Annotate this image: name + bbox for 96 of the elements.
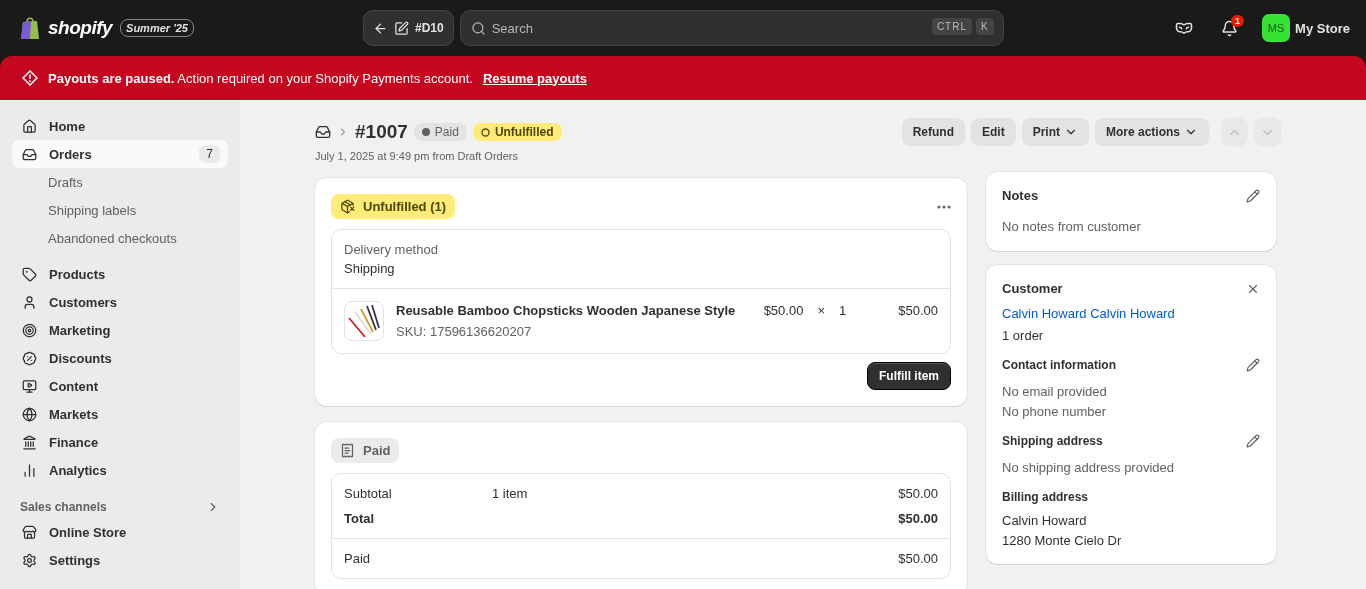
- line-total: $50.00: [898, 303, 938, 318]
- edit-button[interactable]: [1246, 434, 1260, 448]
- fulfillment-status: Unfulfilled (1): [331, 194, 456, 219]
- pencil-icon: [1246, 434, 1260, 448]
- more-options-button[interactable]: [937, 204, 951, 209]
- unit-price: $50.00: [763, 303, 804, 318]
- package-icon: [340, 199, 355, 214]
- edition-badge: Summer '25: [120, 19, 194, 37]
- store-menu-button[interactable]: MS My Store: [1262, 14, 1350, 42]
- inbox-icon: [315, 124, 331, 140]
- sales-channels-button[interactable]: Sales channels: [12, 496, 228, 518]
- section-title: Billing address: [1002, 490, 1089, 504]
- sidebar-item[interactable]: Discounts: [12, 344, 228, 372]
- target-icon: [22, 322, 37, 338]
- percent-badge-icon: [22, 350, 37, 366]
- status-dot-icon: [421, 128, 430, 136]
- notification-count: 1: [1231, 14, 1245, 27]
- delivery-label: Delivery method: [344, 242, 439, 257]
- receipt-icon: [340, 443, 355, 458]
- brand-name: shopify: [48, 17, 113, 39]
- status-badge: Unfulfilled: [472, 123, 562, 141]
- pencil-icon: [1246, 358, 1260, 372]
- payment-label: Total: [344, 511, 376, 526]
- person-icon: [22, 294, 37, 310]
- edit-button[interactable]: [1246, 188, 1260, 203]
- action-button[interactable]: Edit: [970, 118, 1016, 146]
- order-date: July 1, 2025 at 9:49 pm from Draft Orders: [315, 150, 519, 162]
- sidebar-item[interactable]: Markets: [12, 400, 228, 428]
- section-line: No shipping address provided: [1002, 460, 1175, 475]
- payment-label: Subtotal: [344, 486, 393, 501]
- order-number: #1007: [355, 121, 408, 143]
- sidebar-item[interactable]: Products: [12, 260, 228, 288]
- edit-button[interactable]: [1246, 358, 1260, 372]
- sidebar-subitem[interactable]: Shipping labels: [12, 196, 228, 224]
- sidebar-item[interactable]: Home: [12, 112, 228, 140]
- payment-amount: $50.00: [898, 486, 938, 501]
- action-button[interactable]: Refund: [901, 118, 965, 146]
- sidebar-item[interactable]: Settings: [12, 546, 228, 574]
- notifications-button[interactable]: 1: [1217, 15, 1243, 41]
- inbox-icon: [22, 146, 37, 162]
- bank-icon: [22, 434, 37, 450]
- status-badge: Paid: [413, 123, 467, 141]
- shortcut-key: K: [976, 18, 994, 35]
- home-icon: [22, 118, 37, 134]
- sidebar-item[interactable]: Online Store: [12, 518, 228, 546]
- pencil-icon: [1246, 188, 1260, 203]
- action-button[interactable]: More actions: [1095, 118, 1209, 146]
- status-ring-icon: [480, 127, 490, 137]
- section-line: 1280 Monte Cielo Dr: [1002, 533, 1123, 548]
- section-line: Calvin Howard: [1002, 513, 1088, 528]
- back-button[interactable]: #D10: [363, 10, 454, 46]
- card-title: Notes: [1002, 188, 1039, 203]
- ellipsis-icon: [937, 204, 951, 209]
- product-name: Reusable Bamboo Chopsticks Wooden Japanese Style: [396, 303, 737, 318]
- search-icon: [470, 21, 486, 36]
- shopping-bag-logo-icon: [20, 16, 40, 40]
- sidebar-item[interactable]: Customers: [12, 288, 228, 316]
- sidebar-item[interactable]: Marketing: [12, 316, 228, 344]
- quantity: 1: [839, 303, 847, 318]
- draft-edit-icon: [394, 20, 409, 36]
- sidebar-subitem[interactable]: Drafts: [12, 168, 228, 196]
- alert-diamond-icon: [22, 70, 38, 86]
- globe-icon: [22, 406, 37, 422]
- sidebar-item[interactable]: Orders 7: [12, 140, 228, 168]
- times-sign: ×: [817, 303, 825, 318]
- monitor-icon: [22, 378, 37, 394]
- tag-icon: [22, 266, 37, 282]
- payment-amount: $50.00: [898, 551, 938, 566]
- order-count: 1 order: [1002, 328, 1045, 343]
- store-avatar: MS: [1262, 14, 1291, 42]
- card-title: Customer: [1002, 281, 1063, 296]
- section-line: No email provided: [1002, 384, 1108, 399]
- notes-text: No notes from customer: [1002, 219, 1141, 234]
- sidebar-item[interactable]: Analytics: [12, 456, 228, 484]
- sidebar-subitem[interactable]: Abandoned checkouts: [12, 224, 228, 252]
- resume-payouts-link[interactable]: Resume payouts: [482, 70, 587, 86]
- product-sku: SKU: 17596136620207: [396, 324, 533, 339]
- settings-icon: [22, 552, 37, 568]
- fulfill-item-button[interactable]: Fulfill item: [867, 362, 951, 390]
- payment-amount: $50.00: [898, 511, 938, 526]
- count-badge: 7: [199, 145, 220, 163]
- payment-status: Paid: [331, 438, 400, 463]
- sidebar-item[interactable]: Content: [12, 372, 228, 400]
- store-icon: [22, 524, 37, 540]
- delivery-value: Shipping: [344, 261, 396, 276]
- action-button[interactable]: Print: [1021, 118, 1089, 146]
- section-title: Contact information: [1002, 358, 1116, 372]
- banner-message: Payouts are paused. Action required on your Shopify Payments account.: [48, 70, 473, 86]
- shortcut-key: CTRL: [931, 18, 972, 35]
- sidebar-item[interactable]: Finance: [12, 428, 228, 456]
- payment-detail: 1 item: [492, 486, 528, 501]
- section-line: No phone number: [1002, 404, 1108, 419]
- payment-label: Paid: [344, 551, 371, 566]
- bar-chart-icon: [22, 462, 37, 478]
- section-title: Shipping address: [1002, 434, 1103, 448]
- customer-name-link[interactable]: Calvin Howard Calvin Howard: [1002, 306, 1260, 321]
